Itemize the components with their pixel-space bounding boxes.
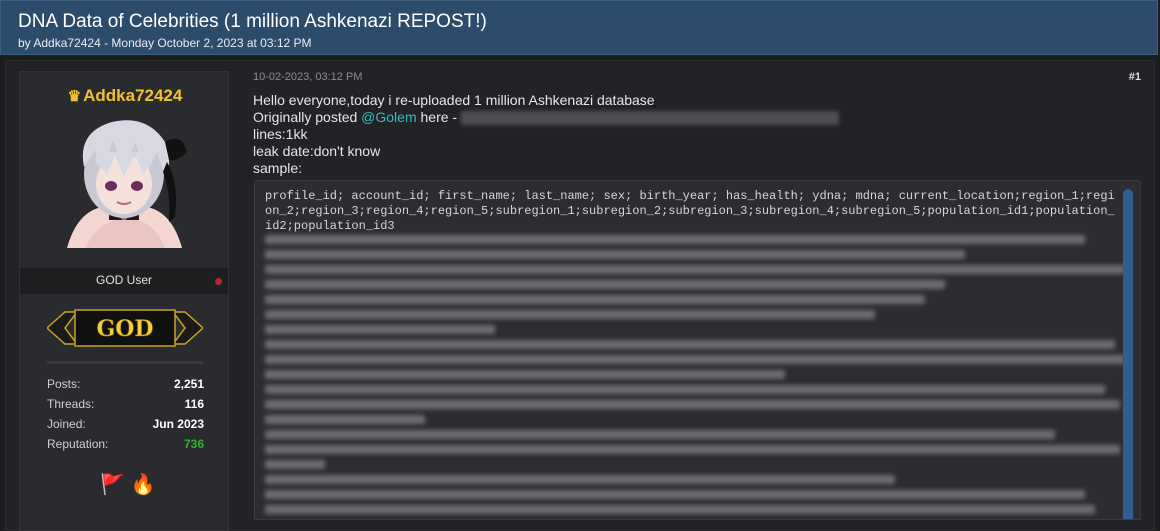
god-badge-text: GOD [96,316,153,342]
thread-title: DNA Data of Celebrities (1 million Ashke… [18,11,487,32]
text: Originally posted [253,109,362,125]
user-rank: GOD User [95,273,152,287]
stat-threads: Threads: 116 [47,397,204,413]
stat-label: Reputation: [47,437,109,451]
redacted-sample-data [265,235,1125,519]
flag-icon[interactable]: 🚩 [100,474,125,496]
post-line: lines:1kk [253,126,308,142]
fire-icon[interactable]: 🔥 [130,474,155,496]
text: here - [416,109,458,125]
post-line: sample: [253,160,303,176]
scrollbar[interactable] [1123,189,1133,519]
mention-link[interactable]: @Golem [361,109,416,125]
status-dot-icon [215,278,222,285]
user-panel: ♛ Addka72424 GOD User GOD Posts: 2,251 Th… [19,71,229,531]
stat-value: 116 [184,397,204,411]
reputation-value[interactable]: 736 [184,437,204,451]
stat-label: Threads: [47,397,95,411]
thread-meta: by Addka72424 - Monday October 2, 2023 a… [18,36,312,50]
scrollbar-thumb[interactable] [1123,189,1133,519]
avatar[interactable] [57,112,191,248]
stat-posts: Posts: 2,251 [47,377,204,393]
post-number[interactable]: #1 [1129,71,1141,83]
rank-bar: GOD User [20,268,228,294]
stat-joined: Joined: Jun 2023 [47,417,204,433]
code-block[interactable]: profile_id; account_id; first_name; last… [254,180,1141,520]
username-link[interactable]: ♛ Addka72424 [20,86,230,106]
redacted-link[interactable] [461,111,840,126]
post-line: Originally posted @Golem here - [253,109,1133,126]
stat-value: 2,251 [173,377,204,391]
thread-header: DNA Data of Celebrities (1 million Ashke… [0,0,1158,55]
stat-label: Joined: [47,417,86,431]
god-badge: GOD [47,309,203,347]
code-header: profile_id; account_id; first_name; last… [265,189,1115,233]
username-text: Addka72424 [83,86,183,105]
post-date[interactable]: 10-02-2023, 03:12 PM [253,71,362,83]
separator [47,361,203,364]
post-line: Hello everyone,today i re-uploaded 1 mil… [253,92,655,108]
stat-reputation: Reputation: 736 [47,437,204,453]
crown-icon: ♛ [67,88,82,105]
post-line: leak date:don't know [253,143,381,159]
awards: 🚩 🔥 [100,472,155,497]
stat-value: Jun 2023 [152,417,204,431]
stat-label: Posts: [47,377,81,391]
post-body: Hello everyone,today i re-uploaded 1 mil… [253,92,1133,177]
